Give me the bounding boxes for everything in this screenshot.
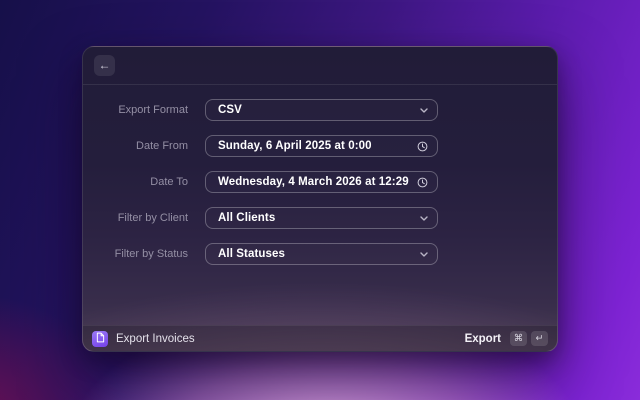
window-header: ← (83, 47, 557, 84)
command-key-badge: ⌘ (510, 331, 527, 346)
arrow-left-icon: ← (99, 58, 111, 72)
form-row: Date From Sunday, 6 April 2025 at 0:00 (83, 135, 557, 157)
clock-icon (417, 177, 428, 188)
window-title: Export Invoices (116, 333, 195, 345)
date-to-field[interactable]: Wednesday, 4 March 2026 at 12:29 (205, 171, 438, 193)
field-value: Sunday, 6 April 2025 at 0:00 (218, 140, 372, 152)
field-label: Date From (83, 140, 188, 152)
document-icon (96, 330, 105, 348)
back-button[interactable]: ← (94, 55, 115, 76)
chevron-down-icon (420, 216, 428, 221)
field-label: Date To (83, 176, 188, 188)
filter-client-select[interactable]: All Clients (205, 207, 438, 229)
field-value: Wednesday, 4 March 2026 at 12:29 (218, 176, 409, 188)
app-icon (92, 331, 108, 347)
form-row: Filter by Status All Statuses (83, 243, 557, 265)
export-action-label: Export (465, 333, 501, 345)
chevron-down-icon (420, 252, 428, 257)
field-value: CSV (218, 104, 242, 116)
action-bar: Export Invoices Export ⌘ ↵ (83, 325, 557, 351)
chevron-down-icon (420, 108, 428, 113)
clock-icon (417, 141, 428, 152)
field-value: All Statuses (218, 248, 285, 260)
field-label: Filter by Client (83, 212, 188, 224)
field-label: Filter by Status (83, 248, 188, 260)
export-window: ← Export Format CSV Date From Sunday, 6 … (82, 46, 558, 352)
form-row: Export Format CSV (83, 99, 557, 121)
filter-status-select[interactable]: All Statuses (205, 243, 438, 265)
desktop-background: { "window": { "back_glyph": "←", "form":… (0, 0, 640, 400)
return-key-badge: ↵ (531, 331, 548, 346)
date-from-field[interactable]: Sunday, 6 April 2025 at 0:00 (205, 135, 438, 157)
export-form: Export Format CSV Date From Sunday, 6 Ap… (83, 84, 557, 265)
export-format-select[interactable]: CSV (205, 99, 438, 121)
field-value: All Clients (218, 212, 275, 224)
header-divider (83, 84, 557, 85)
form-row: Date To Wednesday, 4 March 2026 at 12:29 (83, 171, 557, 193)
field-label: Export Format (83, 104, 188, 116)
form-row: Filter by Client All Clients (83, 207, 557, 229)
export-action[interactable]: Export ⌘ ↵ (465, 329, 548, 348)
